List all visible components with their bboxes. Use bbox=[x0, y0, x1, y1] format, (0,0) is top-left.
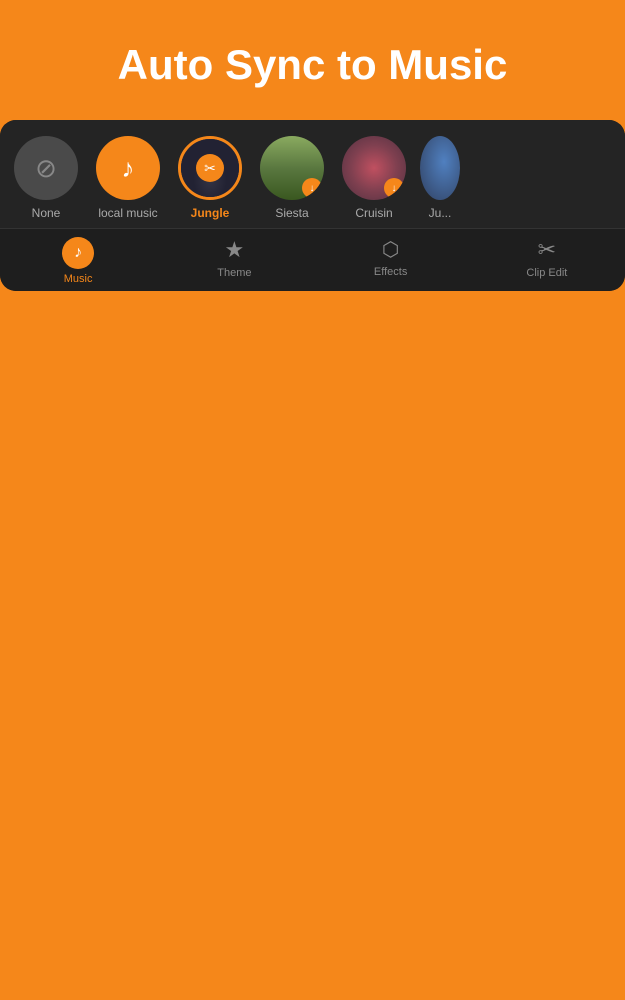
nav-label-effects: Effects bbox=[374, 266, 407, 278]
music-thumb-none: ⊘ bbox=[14, 136, 78, 200]
none-icon: ⊘ bbox=[35, 153, 57, 184]
music-item-partial[interactable]: Ju... bbox=[420, 136, 460, 220]
nav-item-music[interactable]: ♪ Music bbox=[0, 237, 156, 285]
effects-icon: ⬡ bbox=[382, 237, 399, 262]
cruisin-bg: ↓ bbox=[342, 136, 406, 200]
music-icon: ♪ bbox=[122, 153, 135, 184]
music-label-cruisin: Cruisin bbox=[355, 206, 392, 220]
jungle-bg: ✂ bbox=[181, 139, 239, 197]
nav-item-theme[interactable]: ★ Theme bbox=[156, 237, 312, 285]
bottom-nav: ♪ Music ★ Theme ⬡ Effects ✂ Clip Edit bbox=[0, 228, 625, 291]
header-section: Auto Sync to Music bbox=[0, 0, 625, 120]
music-nav-icon: ♪ bbox=[62, 237, 94, 269]
music-thumb-partial bbox=[420, 136, 460, 200]
music-thumb-local: ♪ bbox=[96, 136, 160, 200]
music-items-row: ⊘ None ♪ local music ✂ bbox=[0, 120, 625, 228]
nav-item-effects[interactable]: ⬡ Effects bbox=[313, 237, 469, 285]
scissors-badge: ✂ bbox=[196, 154, 224, 182]
theme-icon: ★ bbox=[225, 237, 245, 263]
nav-label-theme: Theme bbox=[217, 267, 251, 279]
music-thumb-cruisin: ↓ bbox=[342, 136, 406, 200]
download-badge-siesta: ↓ bbox=[302, 178, 322, 198]
music-item-local[interactable]: ♪ local music bbox=[92, 136, 164, 220]
music-item-cruisin[interactable]: ↓ Cruisin bbox=[338, 136, 410, 220]
music-item-jungle[interactable]: ✂ Jungle bbox=[174, 136, 246, 220]
music-label-local: local music bbox=[98, 206, 157, 220]
music-item-siesta[interactable]: ↓ Siesta bbox=[256, 136, 328, 220]
partial-bg bbox=[420, 136, 460, 200]
page-title: Auto Sync to Music bbox=[118, 40, 508, 90]
siesta-bg: ↓ bbox=[260, 136, 324, 200]
nav-item-clip-edit[interactable]: ✂ Clip Edit bbox=[469, 237, 625, 285]
music-thumb-siesta: ↓ bbox=[260, 136, 324, 200]
nav-label-music: Music bbox=[64, 273, 93, 285]
download-badge-cruisin: ↓ bbox=[384, 178, 404, 198]
phone-frame: 🔈 ♪ ⊘ None bbox=[0, 120, 625, 291]
music-label-jungle: Jungle bbox=[191, 206, 230, 220]
nav-label-clip-edit: Clip Edit bbox=[526, 267, 567, 279]
music-label-none: None bbox=[32, 206, 61, 220]
music-label-partial: Ju... bbox=[429, 206, 452, 220]
music-label-siesta: Siesta bbox=[275, 206, 308, 220]
clip-edit-icon: ✂ bbox=[538, 237, 556, 263]
music-thumb-jungle: ✂ bbox=[178, 136, 242, 200]
bottom-controls: ⊘ None ♪ local music ✂ bbox=[0, 120, 625, 291]
music-item-none[interactable]: ⊘ None bbox=[10, 136, 82, 220]
phone-wrapper: 🔈 ♪ ⊘ None bbox=[0, 120, 625, 1000]
